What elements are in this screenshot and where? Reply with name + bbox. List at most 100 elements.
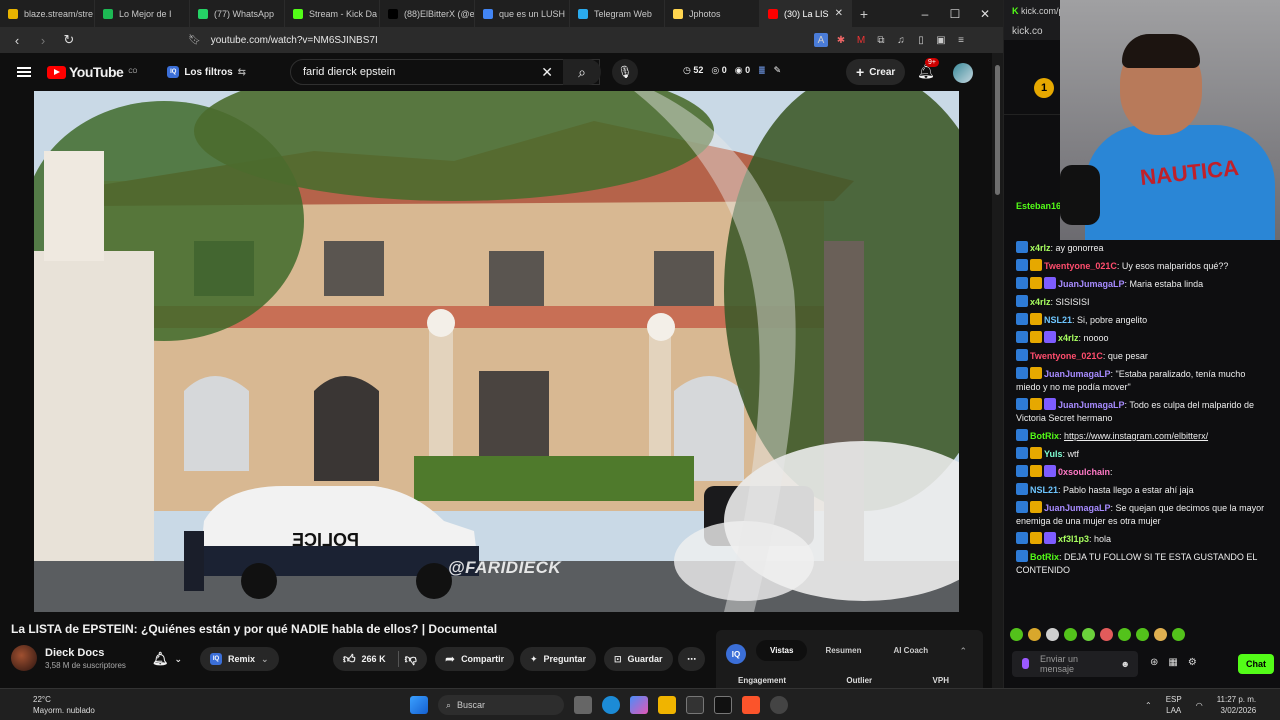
emote-icon[interactable]	[1118, 628, 1131, 641]
reload-icon[interactable]: ↻	[60, 32, 78, 48]
back-icon[interactable]: ‹	[8, 33, 26, 48]
windows-start-icon[interactable]	[410, 696, 428, 714]
chat-username[interactable]: JuanJumagaLP	[1044, 503, 1111, 513]
emote-icon[interactable]	[1136, 628, 1149, 641]
gift-icon[interactable]: ▦	[1168, 657, 1177, 668]
emote-icon[interactable]	[1046, 628, 1059, 641]
more-actions-button[interactable]: ⋯	[678, 647, 705, 671]
url-field[interactable]: 🔖︎ youtube.com/watch?v=NM6SJINBS7I	[182, 30, 782, 50]
chat-username[interactable]: JuanJumagaLP	[1044, 369, 1111, 379]
browser-tab[interactable]: Lo Mejor de I	[95, 0, 190, 27]
tab-ai-coach[interactable]: AI Coach	[879, 640, 942, 661]
collapse-icon[interactable]: ⌃	[959, 646, 967, 657]
tab-resumen[interactable]: Resumen	[811, 640, 875, 661]
chat-username[interactable]: xf3l1p3	[1058, 534, 1089, 544]
chat-text[interactable]: https://www.instagram.com/elbitterx/	[1064, 431, 1208, 441]
scrollbar-thumb[interactable]	[995, 65, 1000, 195]
remix-button[interactable]: IQ Remix ⌄	[200, 647, 279, 671]
notifications-bell-icon[interactable]: 🔔︎ 9+	[917, 58, 939, 80]
chat-input[interactable]: Enviar un mensaje ☻	[1012, 651, 1138, 677]
browser-tab[interactable]: (77) WhatsApp	[190, 0, 285, 27]
minimize-button[interactable]: –	[910, 0, 940, 27]
bookmark-icon[interactable]: 🔖︎	[188, 35, 201, 46]
list-icon[interactable]: ≣	[758, 65, 766, 76]
chat-username[interactable]: x4rlz	[1058, 333, 1079, 343]
chat-username[interactable]: BotRix	[1030, 552, 1059, 562]
search-input[interactable]: farid dierck epstein ✕	[290, 59, 600, 85]
chat-username[interactable]: BotRix	[1030, 431, 1059, 441]
chat-username[interactable]: JuanJumagaLP	[1058, 400, 1125, 410]
edit-icon[interactable]: ✎	[774, 65, 782, 76]
hamburger-menu-icon[interactable]	[17, 67, 31, 77]
translate-icon[interactable]: A	[814, 33, 828, 47]
file-explorer-icon[interactable]	[658, 696, 676, 714]
copilot-icon[interactable]	[630, 696, 648, 714]
puzzle-icon[interactable]: ⧉	[874, 33, 888, 47]
voice-search-button[interactable]: 🎙︎	[612, 59, 638, 85]
sidebar-icon[interactable]: ▯	[914, 33, 928, 47]
browser-tab[interactable]: que es un LUSH	[475, 0, 570, 27]
account-avatar[interactable]	[953, 63, 973, 83]
wallet-icon[interactable]: ▣	[934, 33, 948, 47]
chat-username[interactable]: x4rlz	[1030, 243, 1051, 253]
chat-username[interactable]: Yuls	[1044, 449, 1063, 459]
chat-username[interactable]: 0xsoulchain	[1058, 467, 1110, 477]
ask-button[interactable]: ✦ Preguntar	[520, 647, 597, 671]
emote-icon[interactable]	[1028, 628, 1041, 641]
channel-avatar[interactable]	[11, 645, 37, 671]
browser-tab[interactable]: (30) La LIS ✕	[760, 0, 852, 27]
emote-icon[interactable]	[1082, 628, 1095, 641]
forward-icon[interactable]: ›	[34, 33, 52, 48]
app-icon[interactable]	[714, 696, 732, 714]
tab-vistas[interactable]: Vistas	[756, 640, 808, 661]
task-view-icon[interactable]	[574, 696, 592, 714]
browser-tab[interactable]: blaze.stream/stre	[0, 0, 95, 27]
close-tab-icon[interactable]: ✕	[835, 8, 843, 19]
wifi-icon[interactable]: ◠	[1196, 700, 1203, 711]
youtube-logo[interactable]: YouTube CO	[47, 64, 137, 80]
browser-tab[interactable]: Telegram Web	[570, 0, 665, 27]
filters-button[interactable]: IQ Los filtros ⇆	[167, 66, 246, 78]
emote-icon[interactable]	[1100, 628, 1113, 641]
browser-tab[interactable]: Jphotos	[665, 0, 760, 27]
chat-username[interactable]: JuanJumagaLP	[1058, 279, 1125, 289]
terminal-icon[interactable]	[686, 696, 704, 714]
share-button[interactable]: ➦ Compartir	[435, 647, 515, 671]
edge-icon[interactable]	[602, 696, 620, 714]
emote-icon[interactable]	[1154, 628, 1167, 641]
chat-username[interactable]: x4rlz	[1030, 297, 1051, 307]
browser-tab[interactable]: Stream - Kick Da	[285, 0, 380, 27]
emoji-icon[interactable]: ☻	[1121, 659, 1130, 669]
app-icon[interactable]	[770, 696, 788, 714]
video-player[interactable]: POLICE @FARIDIECK	[34, 91, 959, 612]
maximize-button[interactable]: ☐	[940, 0, 970, 27]
close-window-button[interactable]: ✕	[970, 0, 1000, 27]
emote-icon[interactable]	[1172, 628, 1185, 641]
chat-username[interactable]: Twentyone_021C	[1044, 261, 1117, 271]
extension-icon[interactable]: M	[854, 33, 868, 47]
language-indicator[interactable]: ESP LAA	[1166, 694, 1182, 716]
chat-username[interactable]: NSL21	[1044, 315, 1072, 325]
new-tab-button[interactable]: +	[852, 6, 876, 22]
chat-username[interactable]: NSL21	[1030, 485, 1058, 495]
taskbar-search[interactable]: ⌕ Buscar	[438, 695, 564, 715]
clock[interactable]: 11:27 p. m. 3/02/2026	[1217, 694, 1256, 716]
weather-widget[interactable]: 22°C Mayorm. nublado	[33, 694, 95, 716]
music-icon[interactable]: ♫	[894, 33, 908, 47]
emote-icon[interactable]	[1064, 628, 1077, 641]
save-button[interactable]: ⊡ Guardar	[604, 647, 673, 671]
page-scrollbar[interactable]	[992, 53, 1003, 688]
like-button[interactable]: 👍︎ 266 K 👎︎	[333, 647, 427, 671]
brave-icon[interactable]	[742, 696, 760, 714]
browser-tab[interactable]: (88)ElBitterX (@el	[380, 0, 475, 27]
extension-icon[interactable]: ✱	[834, 33, 848, 47]
clear-search-icon[interactable]: ✕	[541, 64, 553, 81]
emote-icon[interactable]	[1010, 628, 1023, 641]
tray-expand-icon[interactable]: ⌃	[1145, 700, 1152, 711]
send-chat-button[interactable]: Chat	[1238, 654, 1274, 674]
channel-name[interactable]: Dieck Docs	[45, 647, 126, 659]
microphone-icon[interactable]	[1022, 658, 1029, 669]
chat-username[interactable]: Twentyone_021C	[1030, 351, 1103, 361]
settings-icon[interactable]: ⚙	[1188, 657, 1197, 668]
points-icon[interactable]: ⊛	[1150, 657, 1158, 668]
